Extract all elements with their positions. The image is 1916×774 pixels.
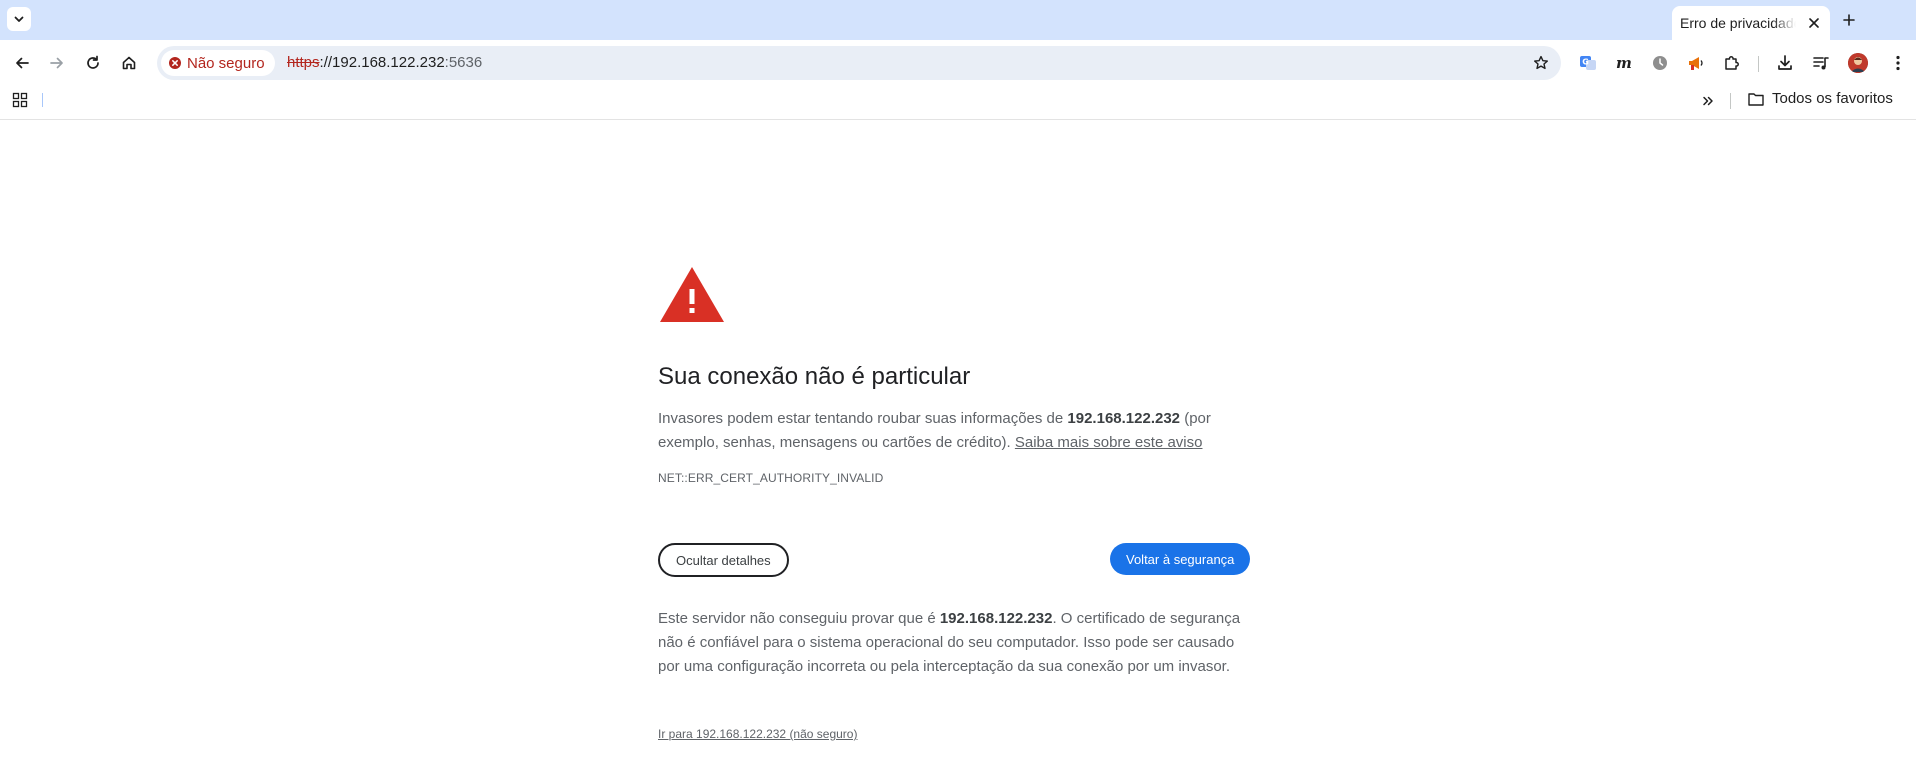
address-bar[interactable]: Não seguro https://192.168.122.232:5636	[157, 46, 1561, 80]
tab-privacy-error[interactable]: Erro de privacidade	[1672, 6, 1830, 40]
security-chip[interactable]: Não seguro	[161, 50, 275, 76]
folder-icon	[1748, 92, 1764, 106]
avatar-icon	[1848, 53, 1868, 73]
hide-details-button[interactable]: Ocultar detalhes	[658, 543, 789, 577]
arrow-forward-icon	[50, 57, 63, 69]
back-button[interactable]	[8, 49, 36, 77]
translate-icon: G	[1580, 56, 1596, 70]
chrome-menu-button[interactable]	[1884, 49, 1912, 77]
home-button[interactable]	[115, 49, 143, 77]
url-host: 192.168.122.232	[332, 54, 445, 71]
bookmark-star-button[interactable]	[1531, 53, 1551, 73]
url-port: :5636	[444, 54, 483, 71]
main-message-host: 192.168.122.232	[1067, 410, 1181, 427]
main-message-prefix: Invasores podem estar tentando roubar su…	[658, 410, 1068, 427]
bookmarks-divider	[1730, 93, 1731, 109]
security-label: Não seguro	[187, 54, 265, 72]
new-tab-button[interactable]	[1837, 8, 1861, 32]
warning-triangle-icon	[660, 267, 724, 322]
error-code: NET::ERR_CERT_AUTHORITY_INVALID	[658, 471, 884, 485]
extensions-button[interactable]	[1718, 49, 1746, 77]
learn-more-link[interactable]: Saiba mais sobre este aviso	[1015, 434, 1203, 451]
url-separator: ://	[319, 54, 333, 71]
details-message: Este servidor não conseguiu provar que é…	[658, 607, 1258, 679]
reload-icon	[87, 55, 99, 69]
m-extension-button[interactable]: m	[1610, 49, 1638, 77]
more-vert-icon	[1896, 55, 1900, 71]
toolbar-divider	[1758, 56, 1759, 72]
star-icon	[1534, 55, 1548, 70]
main-message: Invasores podem estar tentando roubar su…	[658, 407, 1258, 455]
chevron-down-icon	[14, 16, 24, 22]
bookmarks-separator	[42, 93, 43, 107]
url-text[interactable]: https://192.168.122.232:5636	[287, 54, 482, 71]
clock-icon	[1653, 56, 1667, 70]
translate-extension-button[interactable]: G	[1574, 49, 1602, 77]
close-icon	[1809, 18, 1819, 28]
url-scheme: https	[287, 54, 320, 71]
queue-music-icon	[1813, 57, 1829, 70]
insecure-warning-icon	[169, 57, 181, 69]
more-bookmarks-button[interactable]	[1698, 91, 1718, 111]
megaphone-extension-button[interactable]	[1682, 49, 1710, 77]
proceed-unsafe-link[interactable]: Ir para 192.168.122.232 (não seguro)	[658, 727, 857, 741]
media-controls-button[interactable]	[1807, 49, 1835, 77]
close-tab-button[interactable]	[1806, 15, 1822, 31]
tab-title: Erro de privacidade	[1680, 15, 1796, 31]
double-chevron-right-icon	[1703, 96, 1713, 106]
svg-text:G: G	[1582, 58, 1589, 67]
download-icon	[1778, 55, 1792, 70]
back-to-safety-button[interactable]: Voltar à segurança	[1110, 543, 1251, 575]
all-bookmarks-label: Todos os favoritos	[1772, 90, 1893, 107]
bookmarks-bar	[0, 86, 1916, 120]
profile-avatar[interactable]	[1848, 53, 1868, 73]
details-message-prefix: Este servidor não conseguiu provar que é	[658, 610, 940, 627]
m-logo-icon: m	[1616, 54, 1632, 72]
downloads-button[interactable]	[1771, 49, 1799, 77]
arrow-back-icon	[16, 57, 29, 69]
details-message-host: 192.168.122.232	[939, 610, 1053, 627]
puzzle-icon	[1725, 56, 1739, 70]
tab-strip: Erro de privacidade	[0, 0, 1916, 40]
home-icon	[122, 56, 136, 70]
reload-button[interactable]	[79, 49, 107, 77]
svg-text:m: m	[1616, 54, 1632, 72]
apps-grid-icon[interactable]	[12, 92, 28, 108]
plus-icon	[1843, 14, 1855, 26]
page-title: Sua conexão não é particular	[658, 363, 971, 390]
tab-search-button[interactable]	[7, 7, 31, 31]
toolbar: Não seguro https://192.168.122.232:5636 …	[0, 40, 1916, 86]
megaphone-icon	[1689, 57, 1703, 70]
forward-button[interactable]	[43, 49, 71, 77]
clock-extension-button[interactable]	[1646, 49, 1674, 77]
all-bookmarks-button[interactable]: Todos os favoritos	[1748, 90, 1893, 107]
